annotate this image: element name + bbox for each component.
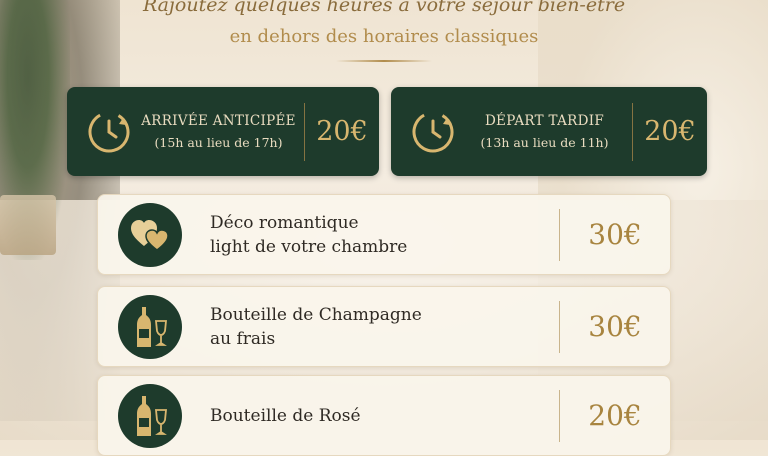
option-label-line1: Bouteille de Rosé [210, 405, 361, 426]
option-price: 30€ [588, 310, 642, 343]
option-label-line1: Bouteille de Champagne [210, 304, 422, 325]
plant-pot [0, 195, 56, 255]
option-label-line2: light de votre chambre [210, 236, 408, 257]
late-departure-card[interactable]: DÉPART TARDIF (13h au lieu de 11h) 20€ [391, 87, 707, 176]
option-label-line2: au frais [210, 328, 276, 349]
bottle-glass-icon [118, 294, 182, 359]
late-departure-text: DÉPART TARDIF (13h au lieu de 11h) [457, 113, 632, 150]
early-arrival-card[interactable]: ARRIVÉE ANTICIPÉE (15h au lieu de 17h) 2… [67, 87, 379, 176]
early-arrival-text: ARRIVÉE ANTICIPÉE (15h au lieu de 17h) [133, 113, 304, 150]
option-label: Déco romantique light de votre chambre [210, 211, 559, 259]
option-rose[interactable]: Bouteille de Rosé 20€ [97, 375, 671, 456]
late-departure-price: 20€ [644, 116, 696, 147]
option-price: 20€ [588, 399, 642, 432]
card-divider [632, 102, 633, 161]
option-label: Bouteille de Rosé [210, 404, 559, 428]
option-romantic-deco[interactable]: Déco romantique light de votre chambre 3… [97, 194, 671, 275]
header-divider [336, 60, 432, 62]
header-subtitle: en dehors des horaires classiques [229, 26, 539, 47]
option-price: 30€ [588, 218, 642, 251]
header-tagline: Rajoutez quelques heures à votre séjour … [142, 0, 626, 16]
late-departure-title: DÉPART TARDIF [484, 113, 605, 129]
bottle-glass-icon [118, 383, 182, 448]
early-arrival-title: ARRIVÉE ANTICIPÉE [141, 113, 296, 129]
clock-icon [412, 111, 454, 152]
option-label: Bouteille de Champagne au frais [210, 303, 559, 351]
clock-icon [88, 111, 130, 152]
card-divider [304, 102, 305, 161]
hearts-icon [118, 202, 182, 267]
early-arrival-subtitle: (15h au lieu de 17h) [154, 135, 283, 150]
option-champagne[interactable]: Bouteille de Champagne au frais 30€ [97, 286, 671, 367]
late-departure-subtitle: (13h au lieu de 11h) [480, 135, 609, 150]
option-label-line1: Déco romantique [210, 212, 359, 233]
early-arrival-price: 20€ [316, 116, 368, 147]
